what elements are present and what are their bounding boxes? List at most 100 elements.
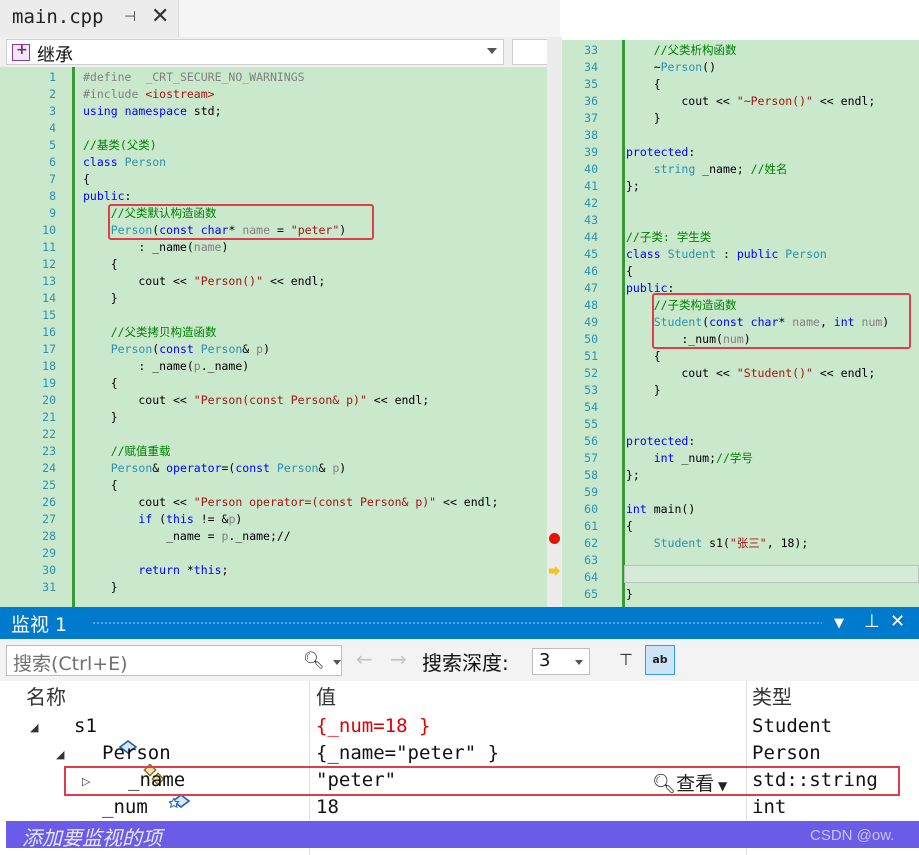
line-number: 41: [584, 179, 598, 193]
line-number: 6: [49, 155, 56, 169]
line-number: 57: [584, 451, 598, 465]
line-number: 21: [42, 410, 56, 424]
line-number: 51: [584, 349, 598, 363]
add-watch-placeholder: 添加要监视的项: [22, 826, 162, 850]
column-header-name[interactable]: 名称: [26, 681, 66, 709]
line-number: 44: [584, 230, 598, 244]
watch-name: Person: [102, 742, 171, 764]
close-icon[interactable]: ✕: [151, 4, 169, 29]
breakpoint-margin[interactable]: [547, 37, 562, 607]
line-number: 34: [584, 60, 598, 74]
search-icon[interactable]: 🔍︎: [303, 651, 325, 671]
add-watch-item-row[interactable]: 添加要监视的项: [6, 821, 919, 850]
code-text: #include <iostream>: [83, 87, 215, 101]
line-number: 60: [584, 502, 598, 516]
code-text: {: [626, 77, 661, 91]
search-depth-label: 搜索深度:: [422, 651, 509, 675]
watch-value[interactable]: 18: [316, 796, 339, 818]
watch-value[interactable]: {_num=18 }: [316, 715, 430, 737]
collapse-icon[interactable]: ◢: [56, 748, 64, 761]
line-number: 16: [42, 325, 56, 339]
line-number: 38: [584, 128, 598, 142]
view-as-text-icon[interactable]: ab: [645, 645, 675, 675]
collapse-icon[interactable]: ◢: [30, 721, 38, 734]
line-number: 5: [49, 138, 56, 152]
code-text: }: [626, 383, 661, 397]
line-number: 22: [42, 427, 56, 441]
scope-dropdown[interactable]: 继承: [6, 39, 504, 66]
line-number: 15: [42, 308, 56, 322]
search-input[interactable]: 搜索(Ctrl+E) 🔍︎: [6, 645, 342, 676]
code-text: cout << "Person operator=(const Person& …: [83, 495, 499, 509]
line-number: 12: [42, 257, 56, 271]
tab-main-cpp[interactable]: main.cpp ⊣ ✕: [0, 0, 179, 37]
code-text: class Person: [83, 155, 167, 169]
watch-row-person[interactable]: ◢ Person {_name="peter" } Person: [0, 740, 919, 786]
line-number: 25: [42, 478, 56, 492]
line-number: 62: [584, 536, 598, 550]
code-text: protected:: [626, 145, 696, 159]
current-line-highlight: [624, 565, 919, 583]
line-number: 10: [42, 223, 56, 237]
line-number: 55: [584, 417, 598, 431]
close-icon[interactable]: ✕: [890, 611, 905, 632]
line-number: 52: [584, 366, 598, 380]
line-number: 27: [42, 512, 56, 526]
code-text: }: [83, 410, 118, 424]
pin-source-icon[interactable]: ⊤: [614, 646, 638, 674]
line-number: 31: [42, 580, 56, 594]
line-number: 8: [49, 189, 56, 203]
code-text: };: [626, 468, 640, 482]
code-text: #define _CRT_SECURE_NO_WARNINGS: [83, 70, 305, 84]
line-number: 26: [42, 495, 56, 509]
code-text: int main(): [626, 502, 696, 516]
code-text: if (this != &p): [138, 512, 243, 526]
pin-icon[interactable]: ⊣: [124, 9, 136, 25]
code-text: {: [83, 257, 118, 271]
code-text: return *this;: [138, 563, 229, 577]
code-text: {: [626, 519, 633, 533]
line-number: 1: [49, 70, 56, 84]
code-text: cout << "Person(const Person& p)" << end…: [83, 393, 430, 407]
chevron-down-icon[interactable]: [333, 660, 341, 665]
watch-row-s1[interactable]: ◢ s1 {_num=18 } Student: [0, 713, 919, 754]
line-number: 63: [584, 553, 598, 567]
watch-row-num[interactable]: _num 18 int: [0, 794, 919, 836]
search-depth-select[interactable]: 3: [532, 648, 590, 675]
line-number: 17: [42, 342, 56, 356]
chevron-down-icon: [487, 48, 497, 54]
breakpoint-icon[interactable]: [549, 533, 560, 544]
line-number: 24: [42, 461, 56, 475]
line-number: 19: [42, 376, 56, 390]
code-editor-left[interactable]: 1 #define _CRT_SECURE_NO_WARNINGS 2 #includ…: [0, 67, 547, 607]
window-menu-icon[interactable]: ▼: [834, 616, 844, 631]
code-text: //父类析构函数: [653, 43, 737, 57]
column-header-type[interactable]: 类型: [752, 681, 792, 709]
line-number: 30: [42, 563, 56, 577]
code-text: cout << "~Person()" << endl;: [626, 94, 876, 108]
navigation-bar: 继承: [0, 37, 560, 67]
line-number: 9: [49, 206, 56, 220]
watch-type: Student: [752, 715, 833, 737]
code-text: : _name(p._name): [83, 359, 250, 373]
watch-value[interactable]: {_name="peter" }: [316, 742, 499, 764]
code-text: string _name; //姓名: [653, 162, 788, 176]
column-header-value[interactable]: 值: [316, 681, 336, 709]
watch-panel-titlebar: 监视 1 ▼ ⊥ ✕: [0, 607, 919, 639]
search-previous-arrow-icon[interactable]: ←: [356, 647, 373, 671]
line-number: 11: [42, 240, 56, 254]
line-number: 65: [584, 587, 598, 601]
drag-grip[interactable]: [92, 621, 822, 626]
search-next-arrow-icon[interactable]: →: [390, 647, 407, 671]
line-number: 2: [49, 87, 56, 101]
line-number: 42: [584, 196, 598, 210]
line-number: 23: [42, 444, 56, 458]
code-text: {: [83, 478, 118, 492]
editor-tab-bar: main.cpp ⊣ ✕: [0, 0, 560, 37]
code-text: }: [83, 291, 118, 305]
code-text: protected:: [626, 434, 696, 448]
pin-icon[interactable]: ⊥: [864, 611, 880, 632]
change-indicator-bar: [72, 67, 75, 607]
code-text: {: [626, 349, 661, 363]
line-number: 7: [49, 172, 56, 186]
